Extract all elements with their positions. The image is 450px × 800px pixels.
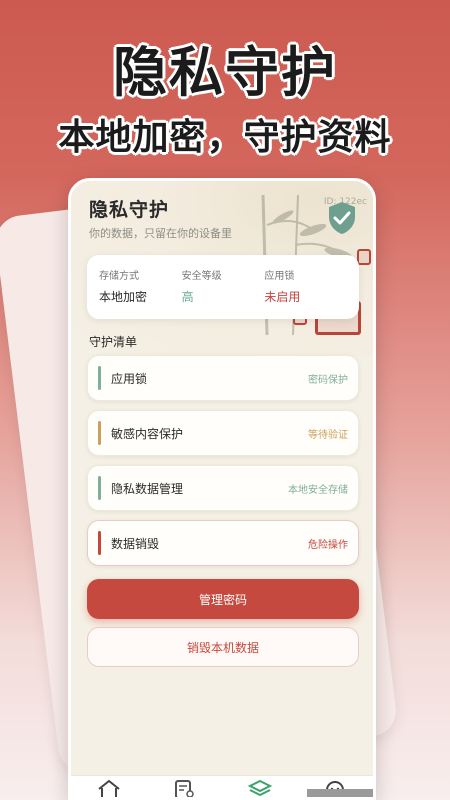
security-level-info: 安全等级 高 [182,267,265,307]
item-label: 应用锁 [111,371,148,386]
security-level-value: 高 [181,290,194,304]
promo-headline: 隐私守护 [113,41,337,104]
storage-label: 存储方式 [99,271,139,282]
destroy-local-data-button[interactable]: 销毁本机数据 [87,627,359,667]
app-lock-value: 未启用 [264,290,301,304]
status-bar [98,421,101,445]
page-title: 隐私守护 [89,199,170,221]
storage-value: 本地加密 [99,290,148,304]
item-label: 隐私数据管理 [111,481,184,496]
layers-icon[interactable] [247,779,273,798]
notes-icon[interactable] [171,779,197,798]
manage-password-button[interactable]: 管理密码 [87,579,359,619]
checklist-title: 守护清单 [89,335,138,349]
protection-checklist: 应用锁 密码保护 敏感内容保护 等待验证 隐私数据管理 本地安全存储 数据销毁 … [87,355,359,575]
item-status: 密码保护 [308,374,348,386]
small-seal-stamp-icon [357,249,371,265]
promo-subline: 本地加密，守护资料 [58,117,392,158]
home-indicator [307,789,373,797]
home-icon[interactable] [96,779,122,798]
item-label: 敏感内容保护 [111,426,184,441]
status-bar [98,366,101,390]
list-item-sensitive-content[interactable]: 敏感内容保护 等待验证 [87,410,359,456]
security-summary-card: 存储方式 本地加密 安全等级 高 应用锁 未启用 [87,255,359,319]
phone-screen: 隐私守护 你的数据，只留在你的设备里 ID: 122ec 存储方式 本地加密 安… [68,178,376,800]
shield-check-icon [329,202,355,234]
item-status: 本地安全存储 [288,484,348,496]
status-bar [98,476,101,500]
item-label: 数据销毁 [111,536,160,551]
item-status: 危险操作 [308,539,348,551]
security-level-label: 安全等级 [181,271,222,282]
list-item-data-destroy[interactable]: 数据销毁 危险操作 [87,520,359,566]
app-lock-info: 应用锁 未启用 [264,267,347,307]
app-lock-label: 应用锁 [264,271,295,282]
storage-info: 存储方式 本地加密 [99,267,182,307]
list-item-app-lock[interactable]: 应用锁 密码保护 [87,355,359,401]
list-item-privacy-data[interactable]: 隐私数据管理 本地安全存储 [87,465,359,511]
status-bar [98,531,101,555]
item-status: 等待验证 [308,429,348,441]
page-subtitle: 你的数据，只留在你的设备里 [89,227,232,240]
